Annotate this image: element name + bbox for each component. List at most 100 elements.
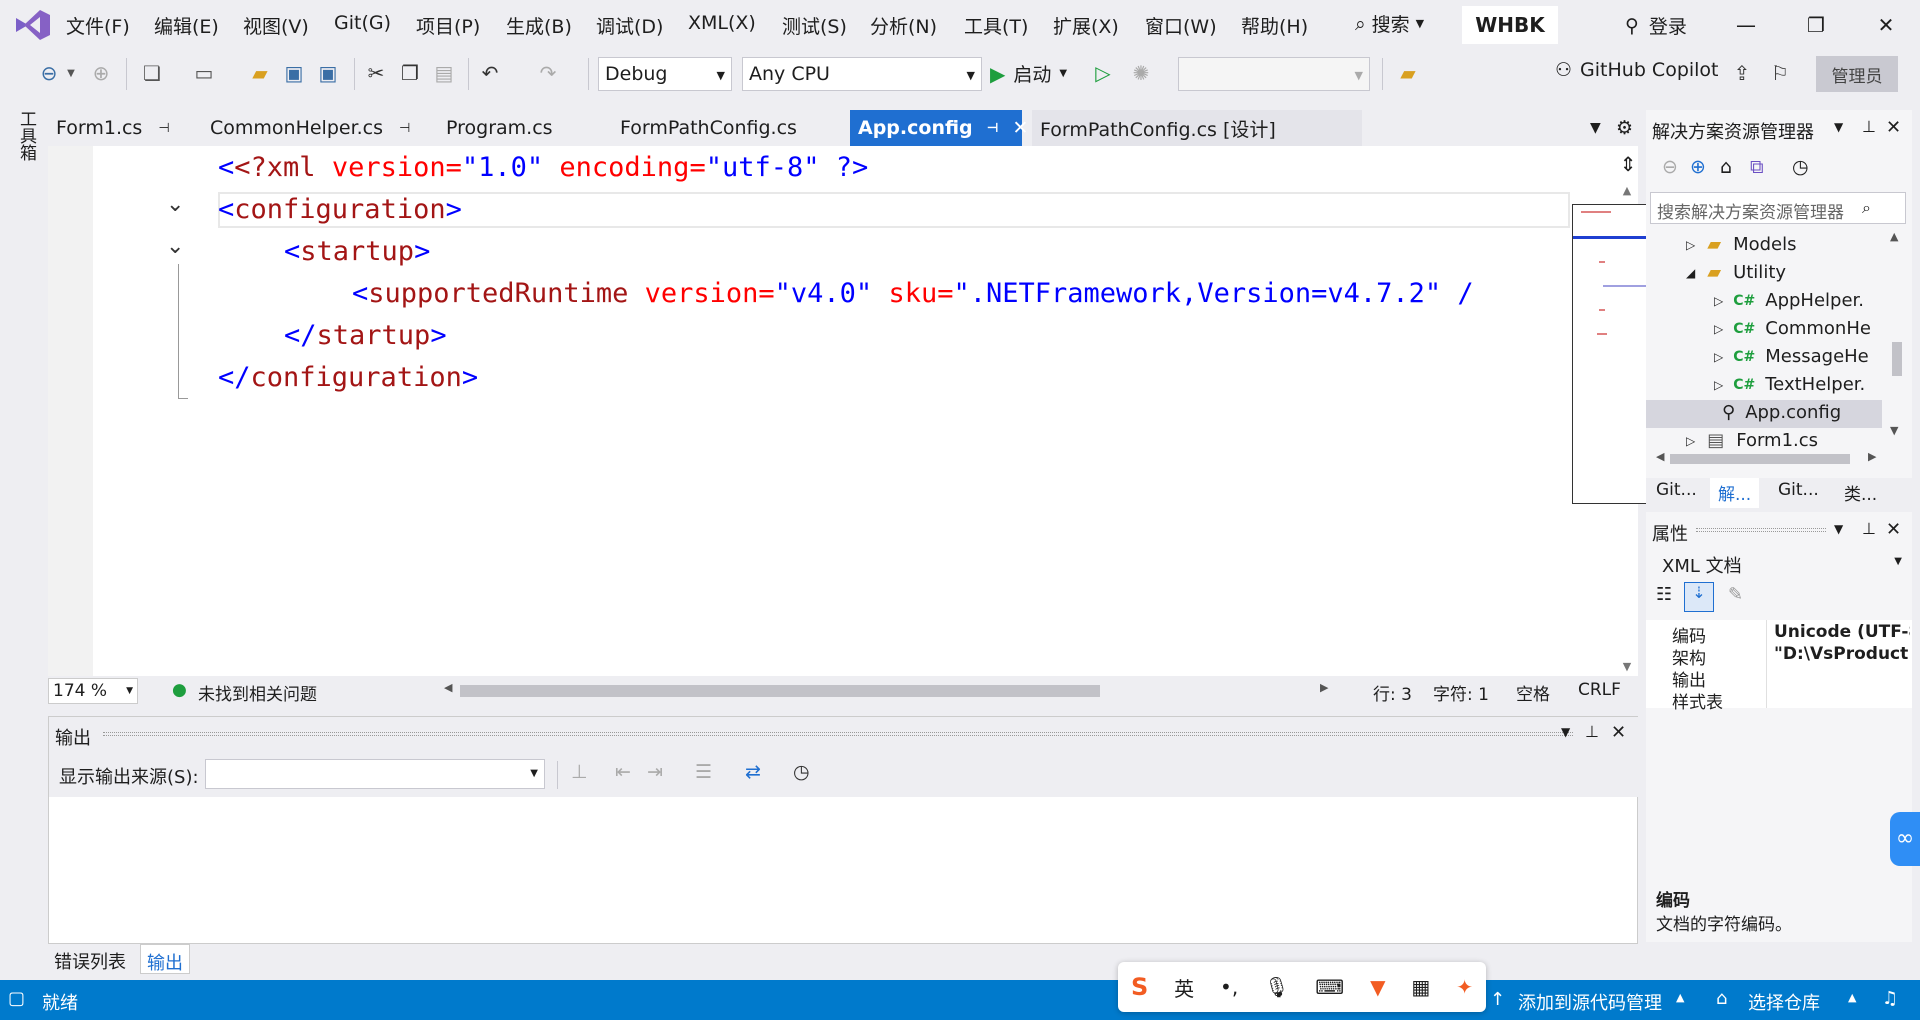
copy-icon[interactable]: ❐ xyxy=(396,58,424,88)
configuration-select[interactable]: Debug ▼ xyxy=(598,57,732,91)
platform-select[interactable]: Any CPU ▼ xyxy=(742,57,982,91)
scroll-up-icon[interactable]: ▲ xyxy=(1890,230,1898,243)
horizontal-scroll-thumb[interactable] xyxy=(460,685,1100,697)
new-item-icon[interactable]: ▭ xyxy=(190,58,218,88)
property-value[interactable]: Unicode (UTF-8 xyxy=(1774,622,1910,642)
punctuation-icon[interactable]: •, xyxy=(1220,975,1238,999)
whitespace-indicator[interactable]: 空格 xyxy=(1516,680,1550,705)
tab-form1[interactable]: Form1.cs ⊣ xyxy=(56,110,170,146)
expand-icon[interactable]: ▷ xyxy=(1686,434,1695,448)
close-tab-icon[interactable]: ✕ xyxy=(1013,117,1029,139)
toolbox-grid-icon[interactable]: ▦ xyxy=(1411,975,1430,999)
tree-item-messagehelper[interactable]: ▷ C# MessageHe xyxy=(1714,346,1869,367)
tab-error-list[interactable]: 错误列表 xyxy=(54,948,126,974)
menu-window[interactable]: 窗口(W) xyxy=(1145,12,1217,39)
sogou-logo-icon[interactable]: S xyxy=(1131,973,1148,1001)
expand-icon[interactable]: ▷ xyxy=(1714,350,1723,364)
tree-item-commonhelper[interactable]: ▷ C# CommonHe xyxy=(1714,318,1871,339)
tab-solution-explorer[interactable]: 解... xyxy=(1710,478,1760,508)
select-repository[interactable]: 选择仓库 xyxy=(1748,989,1820,1015)
save-icon[interactable]: ▣ xyxy=(280,58,308,88)
tab-program[interactable]: Program.cs xyxy=(446,110,553,146)
keyboard-icon[interactable]: ⌨ xyxy=(1315,975,1344,999)
menu-git[interactable]: Git(G) xyxy=(334,12,391,34)
menu-test[interactable]: 测试(S) xyxy=(782,12,847,39)
tab-output[interactable]: 输出 xyxy=(140,944,190,974)
collapse-icon[interactable]: ⌄ xyxy=(166,234,184,259)
vertical-scroll-thumb[interactable] xyxy=(1892,342,1902,376)
menu-debug[interactable]: 调试(D) xyxy=(596,12,663,39)
feedback-icon[interactable]: ⚐ xyxy=(1766,58,1794,88)
chevron-down-icon[interactable]: ▼ xyxy=(1834,120,1843,134)
pin-icon[interactable]: ⊥ xyxy=(1862,519,1876,538)
redo-icon[interactable]: ↷ xyxy=(534,58,562,88)
start-without-debugging-icon[interactable]: ▷ xyxy=(1090,58,1116,88)
property-value[interactable]: "D:\VsProduct xyxy=(1774,644,1910,664)
bell-icon[interactable]: ♫ xyxy=(1882,988,1898,1009)
back-icon[interactable]: ⊖ xyxy=(36,58,62,88)
pin-icon[interactable]: ⊥ xyxy=(1585,722,1599,741)
menu-xml[interactable]: XML(X) xyxy=(688,12,756,34)
tree-item-texthelper[interactable]: ▷ C# TextHelper. xyxy=(1714,374,1865,395)
panel-grip[interactable] xyxy=(103,732,1573,736)
empty-select[interactable]: ▼ xyxy=(1178,57,1370,91)
timestamp-icon[interactable]: ◷ xyxy=(793,761,810,783)
scroll-down-icon[interactable]: ▼ xyxy=(1890,424,1898,437)
scroll-right-icon[interactable]: ▶ xyxy=(1868,450,1876,463)
menu-build[interactable]: 生成(B) xyxy=(506,12,572,39)
expand-icon[interactable]: ▷ xyxy=(1686,238,1695,252)
zoom-select[interactable]: 174 % ▼ xyxy=(48,678,138,704)
skin-icon[interactable]: ▼ xyxy=(1370,975,1385,999)
pin-icon[interactable]: ⊥ xyxy=(1862,117,1876,136)
visual-studio-logo-icon[interactable] xyxy=(14,8,52,42)
collapse-icon[interactable]: ◢ xyxy=(1686,266,1695,280)
tree-item-apphelper[interactable]: ▷ C# AppHelper. xyxy=(1714,290,1864,311)
undo-icon[interactable]: ↶ xyxy=(476,58,504,88)
property-pages-icon[interactable]: ✎ xyxy=(1728,584,1743,605)
tree-item-app-config[interactable]: ⚲ App.config xyxy=(1722,402,1841,423)
alphabetical-icon[interactable]: ⇣ xyxy=(1684,582,1714,612)
find-in-files-icon[interactable]: ▰ xyxy=(1394,58,1422,88)
search-box[interactable]: ⌕ 搜索 ▼ xyxy=(1355,10,1424,37)
menu-extensions[interactable]: 扩展(X) xyxy=(1053,12,1119,39)
tab-formpathconfig-designer[interactable]: FormPathConfig.cs [设计] xyxy=(1032,110,1362,146)
home-icon[interactable]: ⌂ xyxy=(1720,156,1732,178)
issues-status[interactable]: 未找到相关问题 xyxy=(198,680,317,705)
floating-link-icon[interactable]: ∞ xyxy=(1890,812,1920,866)
open-file-icon[interactable]: ▰ xyxy=(246,58,274,88)
back-icon[interactable]: ⊖ xyxy=(1662,156,1678,178)
forward-icon[interactable]: ⊕ xyxy=(1690,156,1706,178)
menu-edit[interactable]: 编辑(E) xyxy=(154,12,219,39)
expand-icon[interactable]: ▷ xyxy=(1714,322,1723,336)
github-copilot-button[interactable]: ⚇ GitHub Copilot xyxy=(1555,59,1719,81)
forward-icon[interactable]: ⊕ xyxy=(88,58,114,88)
horizontal-scroll-thumb[interactable] xyxy=(1670,454,1850,464)
back-dropdown-icon[interactable]: ▼ xyxy=(64,58,78,88)
close-window-button[interactable]: ✕ xyxy=(1866,8,1906,42)
pending-changes-icon[interactable]: ◷ xyxy=(1792,156,1809,178)
panel-grip[interactable] xyxy=(1696,528,1826,532)
expand-icon[interactable]: ▷ xyxy=(1714,378,1723,392)
chevron-down-icon[interactable]: ▼ xyxy=(1561,725,1570,739)
close-icon[interactable]: ✕ xyxy=(1886,117,1901,138)
microphone-icon[interactable]: 🎙 xyxy=(1264,975,1289,999)
mascot-icon[interactable]: ✦ xyxy=(1456,975,1473,999)
prev-message-icon[interactable]: ⇤ xyxy=(615,761,631,783)
close-icon[interactable]: ✕ xyxy=(1886,519,1901,540)
expand-icon[interactable]: ▷ xyxy=(1714,294,1723,308)
notification-area-icon[interactable]: ▢ xyxy=(8,988,25,1009)
collapse-icon[interactable]: ⌄ xyxy=(166,192,184,217)
categorized-icon[interactable]: ☷ xyxy=(1656,584,1672,605)
share-icon[interactable]: ⇪ xyxy=(1728,58,1756,88)
tab-commonhelper[interactable]: CommonHelper.cs ⊣ xyxy=(210,110,410,146)
scroll-left-icon[interactable]: ◀ xyxy=(1656,450,1664,463)
pin-icon[interactable]: ⊣ xyxy=(158,121,169,136)
pin-icon[interactable]: ⊣ xyxy=(987,121,999,136)
tree-item-form1[interactable]: ▷ ▤ Form1.cs xyxy=(1686,430,1818,451)
tab-app-config[interactable]: App.config ⊣ ✕ xyxy=(850,110,1028,146)
toolbox-tab[interactable]: 工具箱 xyxy=(14,110,39,161)
menu-tools[interactable]: 工具(T) xyxy=(964,12,1028,39)
menu-help[interactable]: 帮助(H) xyxy=(1241,12,1308,39)
login-button[interactable]: ⚲ 登录 xyxy=(1625,12,1687,39)
tree-item-utility[interactable]: ◢ ▰ Utility xyxy=(1686,262,1786,283)
